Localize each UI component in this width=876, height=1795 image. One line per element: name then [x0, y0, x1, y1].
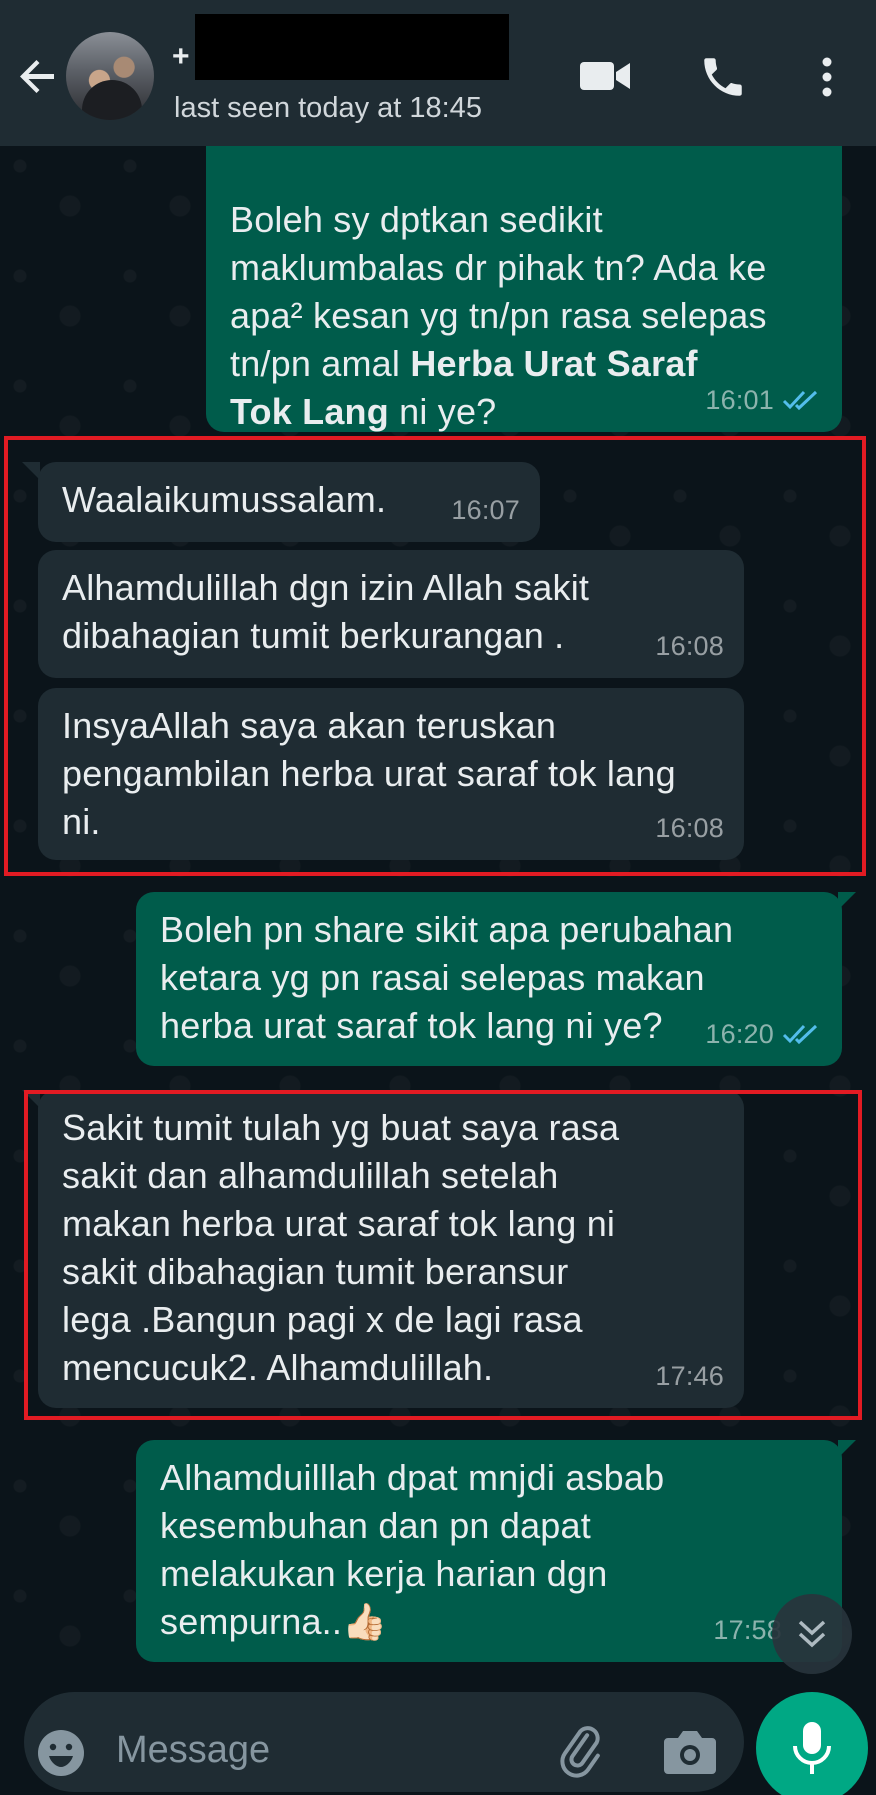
scroll-down-icon: [798, 1620, 826, 1648]
video-call-icon[interactable]: [578, 56, 632, 96]
message-outgoing[interactable]: Boleh pn share sikit apa perubahan ketar…: [136, 892, 842, 1066]
last-seen-status: last seen today at 18:45: [174, 92, 482, 124]
contact-name-redacted[interactable]: [195, 14, 509, 80]
attachment-icon[interactable]: [556, 1724, 612, 1780]
mic-button[interactable]: [756, 1692, 868, 1795]
scroll-down-button[interactable]: [772, 1594, 852, 1674]
message-time: 16:20: [705, 1019, 774, 1049]
message-meta: 16:20: [705, 1010, 822, 1058]
message-input[interactable]: [116, 1722, 536, 1778]
camera-icon[interactable]: [662, 1726, 718, 1778]
more-vertical-icon[interactable]: [812, 52, 842, 102]
message-outgoing[interactable]: Boleh sy dptkan sedikit maklumbalas dr p…: [206, 146, 842, 432]
mic-icon: [793, 1722, 831, 1774]
highlight-box: [4, 436, 866, 876]
contact-name-prefix[interactable]: +: [172, 40, 190, 74]
avatar[interactable]: [66, 32, 154, 120]
phone-icon[interactable]: [698, 52, 748, 102]
double-check-icon: [782, 390, 818, 411]
message-meta: 16:01: [705, 376, 822, 424]
message-time: 16:01: [705, 385, 774, 415]
back-arrow-icon[interactable]: [14, 52, 62, 100]
chat-header: + last seen today at 18:45: [0, 0, 876, 146]
emoji-icon[interactable]: [36, 1728, 86, 1778]
message-list[interactable]: Boleh sy dptkan sedikit maklumbalas dr p…: [0, 146, 876, 1688]
message-outgoing[interactable]: Alhamduilllah dpat mnjdi asbab kesembuha…: [136, 1440, 842, 1662]
highlight-box: [24, 1090, 862, 1420]
double-check-icon: [782, 1024, 818, 1045]
